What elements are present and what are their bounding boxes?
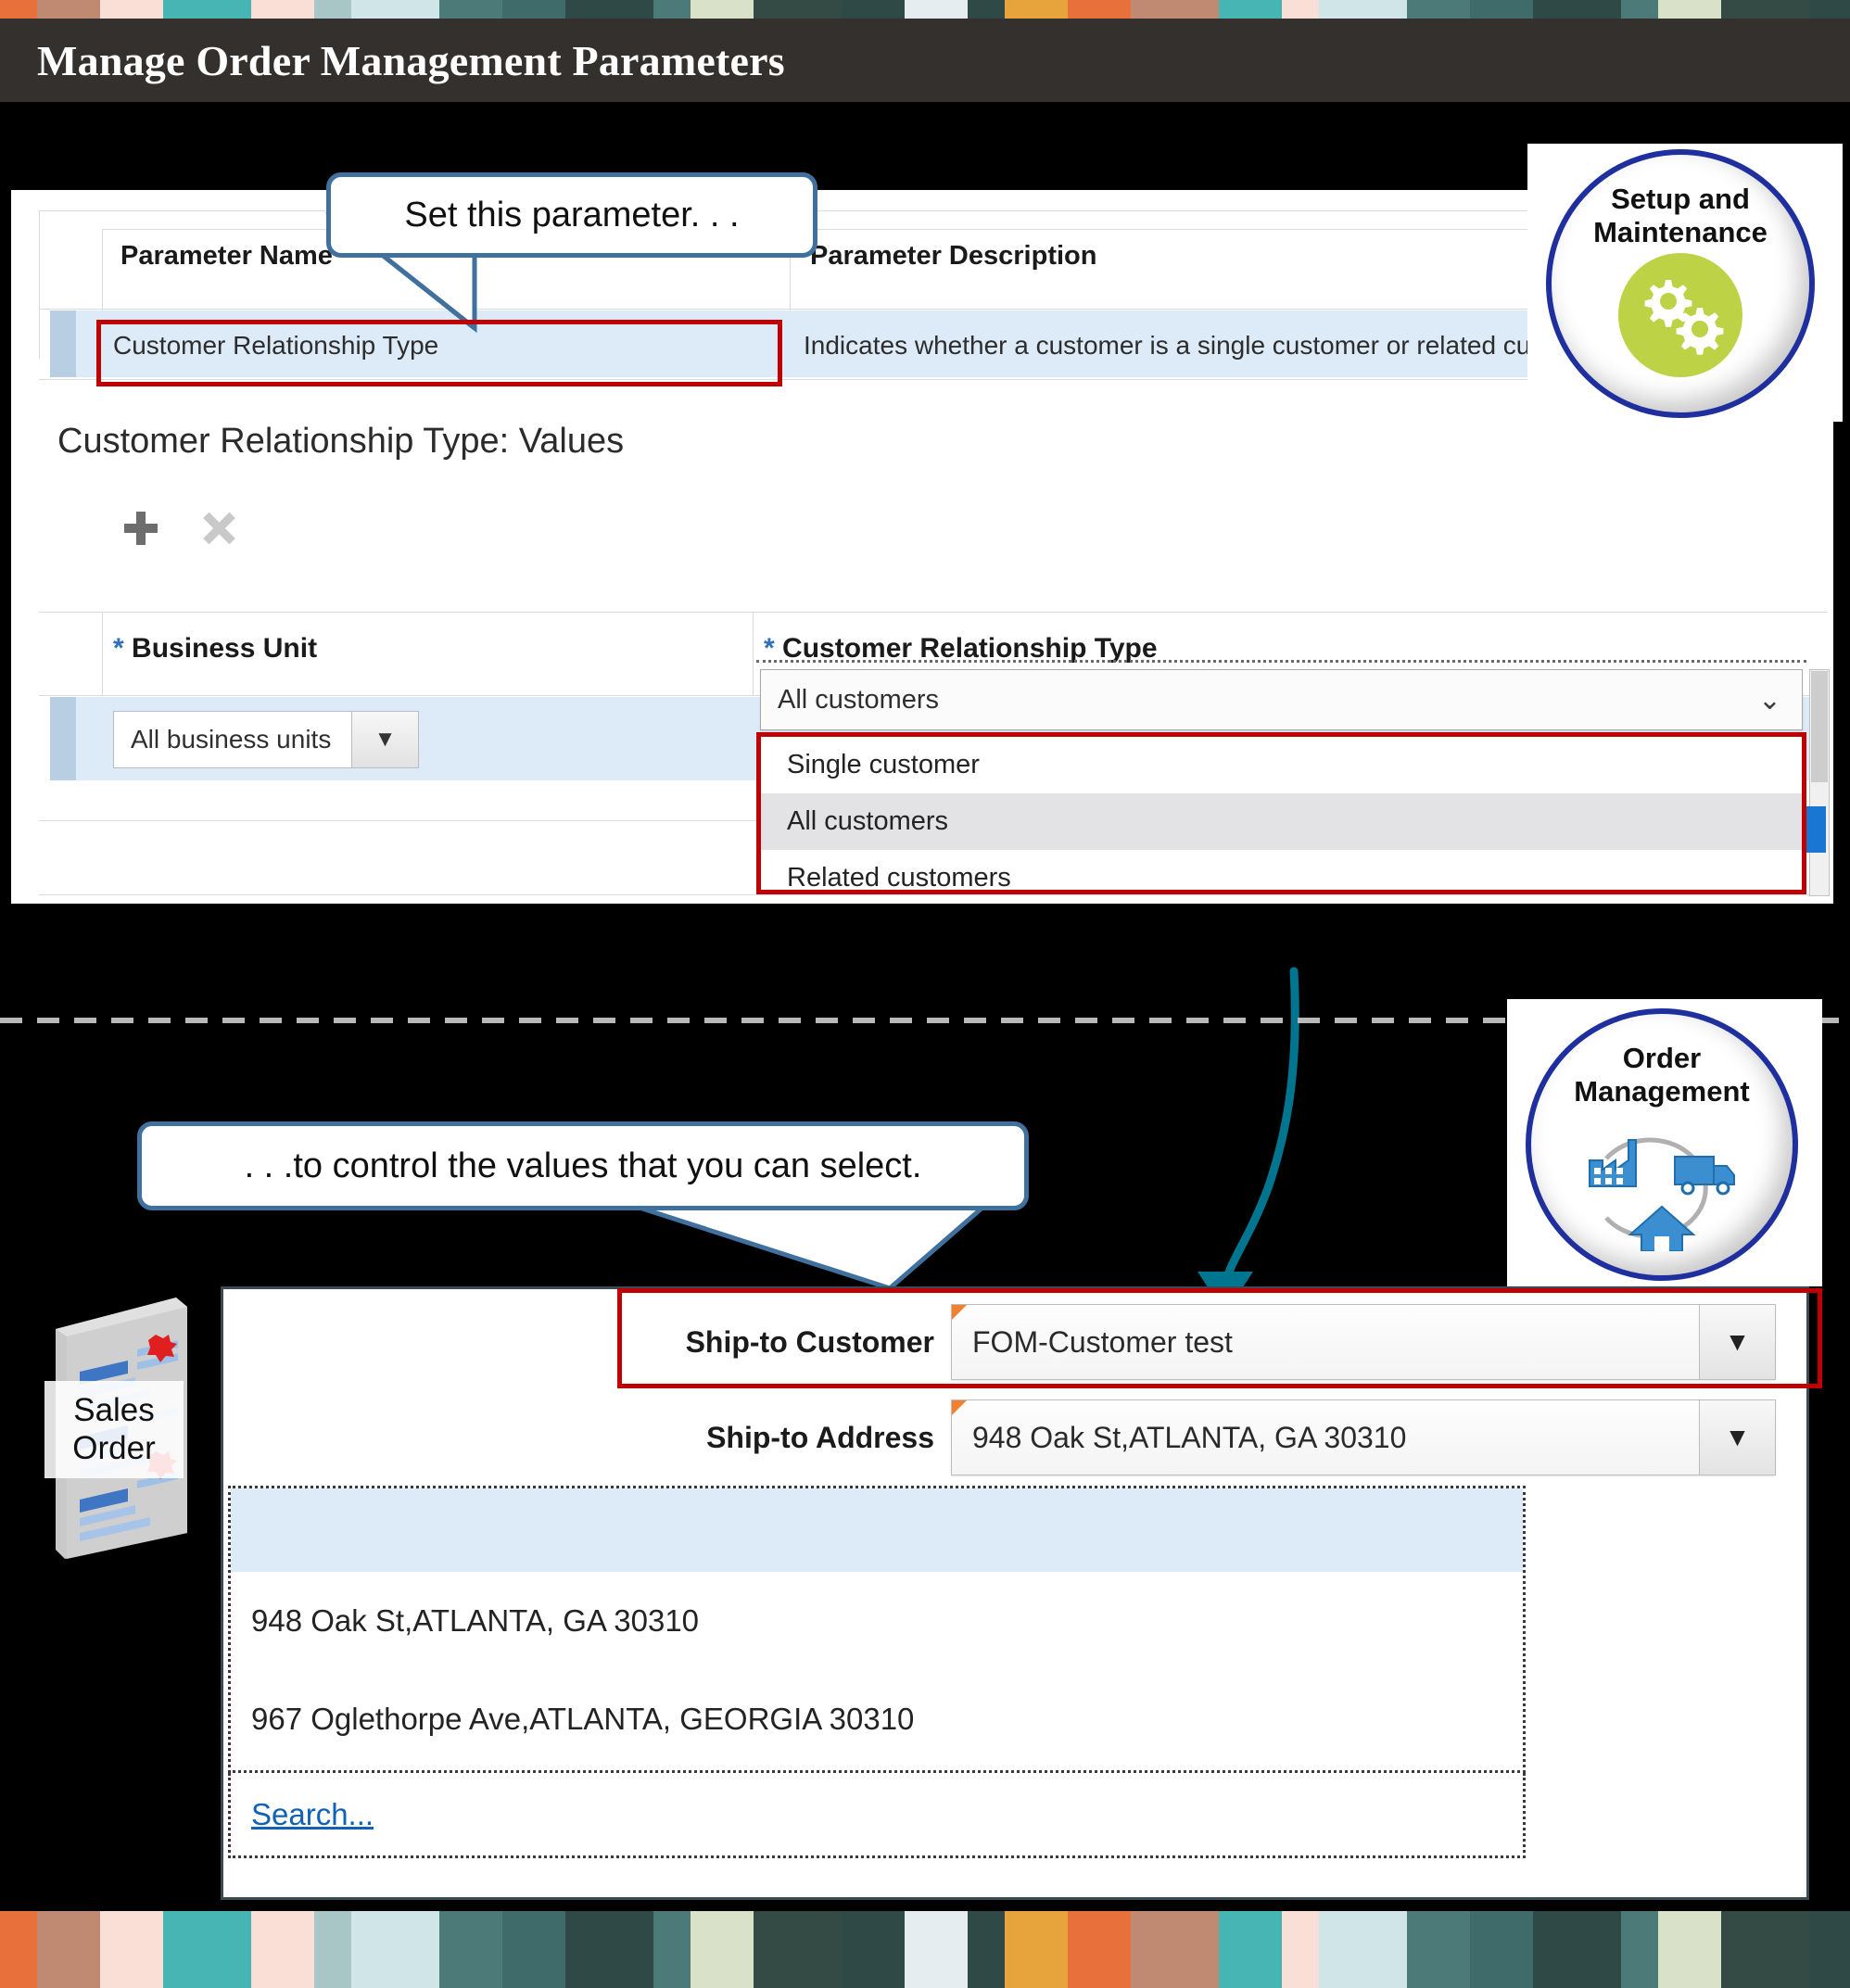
decorative-banner-bottom	[0, 1911, 1850, 1988]
sales-order-line1: Sales	[73, 1392, 155, 1429]
banner-stripe	[0, 1911, 37, 1988]
ship-to-address-label: Ship-to Address	[706, 1420, 934, 1454]
banner-stripe	[37, 1911, 100, 1988]
banner-stripe	[439, 1911, 502, 1988]
page-root: Manage Order Management Parameters Param…	[0, 0, 1850, 1988]
banner-stripe	[905, 1911, 968, 1988]
banner-stripe	[754, 1911, 842, 1988]
ship-to-address-input[interactable]: 948 Oak St,ATLANTA, GA 30310 ▼	[951, 1399, 1776, 1475]
banner-stripe	[1533, 1911, 1621, 1988]
banner-stripe	[1809, 1911, 1850, 1988]
address-option-blank[interactable]	[231, 1488, 1523, 1572]
banner-stripe	[842, 1911, 905, 1988]
address-option-1[interactable]: 948 Oak St,ATLANTA, GA 30310	[231, 1572, 1523, 1670]
callout-top-text: Set this parameter. . .	[404, 195, 740, 234]
ship-to-address-options[interactable]: 948 Oak St,ATLANTA, GA 30310 967 Ogletho…	[228, 1486, 1526, 1773]
banner-stripe	[351, 1911, 439, 1988]
banner-stripe	[1621, 1911, 1658, 1988]
order-management-badge: Order Management	[1526, 1008, 1798, 1281]
banner-stripe	[1470, 1911, 1533, 1988]
banner-stripe	[968, 1911, 1005, 1988]
banner-stripe	[1068, 1911, 1131, 1988]
banner-stripe	[314, 1911, 351, 1988]
ship-to-address-dropdown-icon[interactable]: ▼	[1699, 1400, 1775, 1475]
supply-chain-icon	[1578, 1121, 1745, 1252]
banner-stripe	[1319, 1911, 1407, 1988]
highlight-ship-to-customer	[617, 1288, 1822, 1388]
banner-stripe	[1658, 1911, 1721, 1988]
banner-stripe	[1005, 1911, 1068, 1988]
callout-control-values: . . .to control the values that you can …	[137, 1121, 1029, 1210]
setup-badge-label: Setup and Maintenance	[1593, 183, 1768, 248]
banner-stripe	[565, 1911, 653, 1988]
gears-icon	[1618, 253, 1742, 377]
banner-stripe	[1721, 1911, 1809, 1988]
address-search-link[interactable]: Search...	[251, 1797, 374, 1832]
sales-order-label: Sales Order	[44, 1381, 184, 1478]
setup-badge-line1: Setup and	[1611, 183, 1750, 215]
setup-badge-card: Setup and Maintenance	[1527, 144, 1843, 422]
banner-stripe	[163, 1911, 251, 1988]
highlight-parameter-name	[96, 320, 782, 386]
callout-bottom-text: . . .to control the values that you can …	[244, 1146, 922, 1185]
banner-stripe	[1407, 1911, 1470, 1988]
order-badge-line2: Management	[1574, 1074, 1750, 1108]
setup-badge-line2: Maintenance	[1593, 215, 1768, 248]
order-badge-line1: Order	[1622, 1042, 1702, 1074]
banner-stripe	[1282, 1911, 1319, 1988]
order-badge-card: Order Management	[1507, 999, 1822, 1286]
ship-to-address-row: Ship-to Address 948 Oak St,ATLANTA, GA 3…	[636, 1398, 1804, 1477]
banner-stripe	[100, 1911, 163, 1988]
address-option-2[interactable]: 967 Oglethorpe Ave,ATLANTA, GEORGIA 3031…	[231, 1670, 1523, 1768]
banner-stripe	[502, 1911, 565, 1988]
sales-order-line2: Order	[72, 1429, 156, 1466]
banner-stripe	[653, 1911, 691, 1988]
setup-and-maintenance-badge: Setup and Maintenance	[1546, 149, 1815, 418]
banner-stripe	[691, 1911, 754, 1988]
banner-stripe	[1131, 1911, 1219, 1988]
ship-to-address-value: 948 Oak St,ATLANTA, GA 30310	[972, 1420, 1407, 1454]
required-corner-icon-2	[952, 1400, 967, 1415]
banner-stripe	[251, 1911, 314, 1988]
callout-set-this-parameter: Set this parameter. . .	[326, 172, 817, 258]
address-search-row[interactable]: Search...	[228, 1773, 1526, 1858]
order-badge-label: Order Management	[1574, 1042, 1749, 1108]
banner-stripe	[1219, 1911, 1282, 1988]
